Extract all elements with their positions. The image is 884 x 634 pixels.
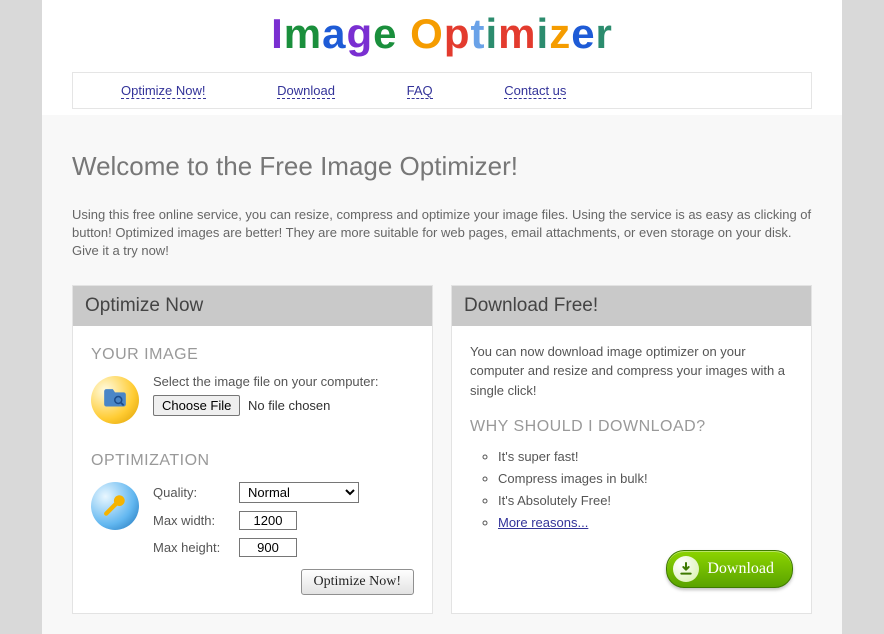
reason-item: It's Absolutely Free! — [498, 490, 793, 512]
optimize-box-title: Optimize Now — [73, 286, 432, 326]
max-width-input[interactable] — [239, 511, 297, 530]
content: Welcome to the Free Image Optimizer! Usi… — [42, 115, 842, 634]
optimize-box: Optimize Now YOUR IMAGE Select the image… — [72, 285, 433, 614]
download-intro: You can now download image optimizer on … — [470, 342, 793, 401]
logo: Image Optimizer — [271, 10, 613, 58]
reason-item: Compress images in bulk! — [498, 468, 793, 490]
reason-item: More reasons... — [498, 512, 793, 534]
nav-optimize-now[interactable]: Optimize Now! — [121, 83, 206, 99]
more-reasons-link[interactable]: More reasons... — [498, 515, 588, 530]
nav-faq[interactable]: FAQ — [407, 83, 433, 99]
max-height-input[interactable] — [239, 538, 297, 557]
quality-select[interactable]: Normal — [239, 482, 359, 503]
your-image-heading: YOUR IMAGE — [91, 346, 414, 364]
nav-download[interactable]: Download — [277, 83, 335, 99]
optimize-now-button[interactable]: Optimize Now! — [301, 569, 414, 595]
wrench-icon — [91, 482, 139, 530]
quality-label: Quality: — [153, 485, 239, 500]
max-height-label: Max height: — [153, 540, 239, 555]
header: Image Optimizer — [42, 0, 842, 72]
download-button-label: Download — [707, 560, 774, 578]
max-width-label: Max width: — [153, 513, 239, 528]
page-title: Welcome to the Free Image Optimizer! — [72, 115, 812, 206]
download-arrow-icon — [673, 556, 699, 582]
nav-contact[interactable]: Contact us — [504, 83, 566, 99]
download-box-title: Download Free! — [452, 286, 811, 326]
download-box: Download Free! You can now download imag… — [451, 285, 812, 614]
download-button[interactable]: Download — [666, 550, 793, 588]
optimization-grid: Quality: Normal Max width: Max height: — [153, 482, 359, 557]
boxes: Optimize Now YOUR IMAGE Select the image… — [72, 285, 812, 614]
choose-file-button[interactable]: Choose File — [153, 395, 240, 416]
folder-search-icon — [91, 376, 139, 424]
why-download-heading: WHY SHOULD I DOWNLOAD? — [470, 418, 793, 436]
main-nav: Optimize Now! Download FAQ Contact us — [72, 72, 812, 109]
file-status: No file chosen — [248, 398, 330, 413]
select-prompt: Select the image file on your computer: — [153, 374, 378, 389]
page-container: Image Optimizer Optimize Now! Download F… — [42, 0, 842, 634]
reason-item: It's super fast! — [498, 446, 793, 468]
file-field: Select the image file on your computer: … — [153, 374, 378, 416]
reasons-list: It's super fast! Compress images in bulk… — [470, 446, 793, 534]
intro-text: Using this free online service, you can … — [72, 206, 812, 285]
optimization-heading: OPTIMIZATION — [91, 452, 414, 470]
